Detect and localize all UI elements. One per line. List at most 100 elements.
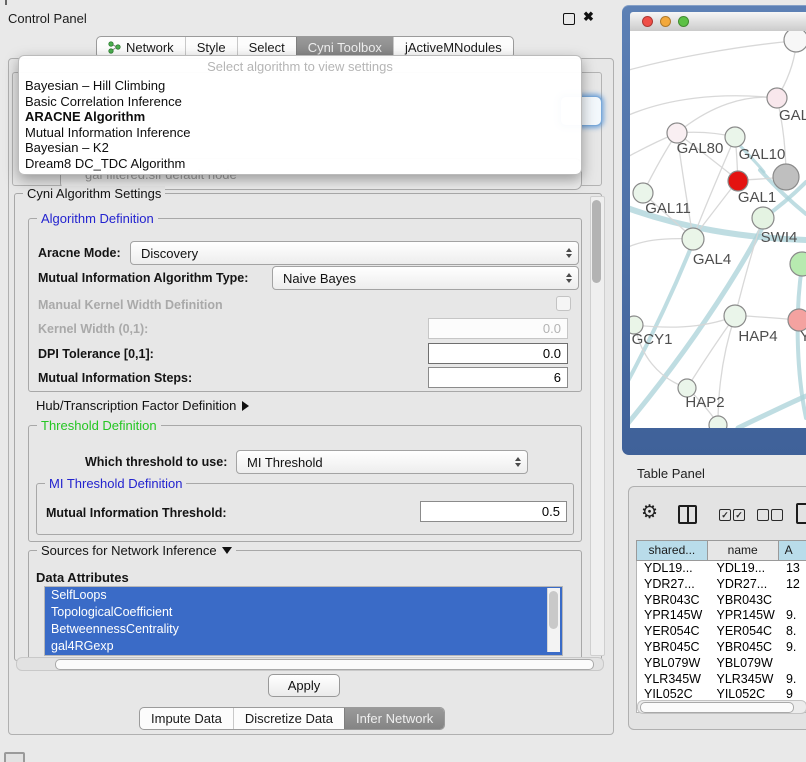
network-node[interactable] xyxy=(773,164,799,190)
network-node-label: SWI4 xyxy=(761,229,798,246)
network-node[interactable] xyxy=(767,88,787,108)
tab-infer-network[interactable]: Infer Network xyxy=(344,708,444,729)
column-header-name[interactable]: name xyxy=(707,541,778,560)
which-threshold-select[interactable]: MI Threshold xyxy=(236,450,528,474)
dropdown-item[interactable]: Dream8 DC_TDC Algorithm xyxy=(19,156,581,172)
tab-label: jActiveMNodules xyxy=(405,40,502,55)
dropdown-item[interactable]: ARACNE Algorithm xyxy=(19,109,581,125)
network-edge[interactable] xyxy=(687,316,735,388)
mi-algorithm-type-select[interactable]: Naive Bayes xyxy=(272,266,579,290)
checked-checkbox-icon[interactable]: ✓ xyxy=(733,509,745,521)
minimize-traffic-light-icon[interactable] xyxy=(660,16,671,27)
network-edge[interactable] xyxy=(738,396,806,428)
network-node[interactable] xyxy=(682,228,704,250)
dropdown-item[interactable]: Bayesian – Hill Climbing xyxy=(19,78,581,94)
table-panel-title: Table Panel xyxy=(637,466,705,481)
table-cell: YBR043C xyxy=(709,593,781,609)
attribute-list-item[interactable]: BetweennessCentrality xyxy=(45,621,562,638)
tab-impute-data[interactable]: Impute Data xyxy=(140,708,233,729)
attribute-list-item[interactable]: TopologicalCoefficient xyxy=(45,604,562,621)
table-row[interactable]: YBL079WYBL079W xyxy=(637,656,806,672)
network-node[interactable] xyxy=(784,31,806,52)
tab-discretize-data[interactable]: Discretize Data xyxy=(233,708,344,729)
column-header-cut[interactable]: A xyxy=(778,541,806,560)
float-panel-icon[interactable] xyxy=(563,13,575,25)
network-node[interactable] xyxy=(752,207,774,229)
dropdown-item[interactable]: Mutual Information Inference xyxy=(19,125,581,141)
cyni-bottom-tabs: Impute Data Discretize Data Infer Networ… xyxy=(139,707,445,730)
table-cell: YER054C xyxy=(637,624,709,640)
algorithm-dropdown-prompt: Select algorithm to view settings xyxy=(19,56,581,78)
aracne-mode-label: Aracne Mode: xyxy=(38,246,121,260)
dropdown-item[interactable]: Bayesian – K2 xyxy=(19,140,581,156)
table-cell: YDR27... xyxy=(637,577,709,593)
table-cell: YDL19... xyxy=(637,561,709,577)
network-node[interactable] xyxy=(728,171,748,191)
table-row[interactable]: YBR045CYBR045C9. xyxy=(637,640,806,656)
new-table-icon[interactable] xyxy=(796,503,806,524)
apply-button[interactable]: Apply xyxy=(268,674,340,697)
table-row[interactable]: YPR145WYPR145W9. xyxy=(637,608,806,624)
collapse-arrow-icon[interactable] xyxy=(222,547,232,554)
table-cell: YPR145W xyxy=(637,608,709,624)
network-edge[interactable] xyxy=(630,240,694,392)
aracne-mode-select[interactable]: Discovery xyxy=(130,241,579,265)
data-attributes-list[interactable]: SelfLoopsTopologicalCoefficientBetweenne… xyxy=(44,586,563,656)
dpi-tolerance-field[interactable] xyxy=(428,343,568,364)
table-cell: YDL19... xyxy=(709,561,781,577)
close-icon[interactable]: ✖ xyxy=(583,9,594,25)
unchecked-checkbox-icon[interactable] xyxy=(771,509,783,521)
mi-algorithm-type-value: Naive Bayes xyxy=(283,271,356,286)
network-edge[interactable] xyxy=(630,41,793,72)
algorithm-dropdown-list: Bayesian – Hill ClimbingBasic Correlatio… xyxy=(19,78,581,171)
settings-vertical-scrollbar-thumb[interactable] xyxy=(592,200,601,283)
table-row[interactable]: YLR345WYLR345W9. xyxy=(637,672,806,688)
kernel-width-field[interactable] xyxy=(428,318,568,339)
sources-group-title: Sources for Network Inference xyxy=(37,543,236,558)
manual-kernel-width-checkbox[interactable] xyxy=(556,296,571,311)
gear-icon[interactable]: ⚙ xyxy=(641,503,658,523)
columns-icon[interactable] xyxy=(678,505,697,524)
table-row[interactable]: YBR043CYBR043C xyxy=(637,593,806,609)
control-panel-title: Control Panel xyxy=(8,11,87,26)
network-node-label: GAL10 xyxy=(739,146,786,163)
window-edge-mark xyxy=(5,0,7,5)
hub-transcription-factor-section[interactable]: Hub/Transcription Factor Definition xyxy=(36,398,249,413)
close-traffic-light-icon[interactable] xyxy=(642,16,653,27)
which-threshold-value: MI Threshold xyxy=(247,455,323,470)
mi-threshold-group-title: MI Threshold Definition xyxy=(45,476,186,491)
attribute-list-item[interactable]: SelfLoops xyxy=(45,587,562,604)
dropdown-item[interactable]: Basic Correlation Inference xyxy=(19,94,581,110)
network-window-titlebar[interactable] xyxy=(630,12,806,32)
table-row[interactable]: YER054CYER054C8. xyxy=(637,624,806,640)
column-header-shared-name[interactable]: shared... xyxy=(637,541,707,560)
table-row[interactable]: YDR27...YDR27...12 xyxy=(637,577,806,593)
table-cell: YBR043C xyxy=(637,593,709,609)
checked-checkbox-icon[interactable]: ✓ xyxy=(719,509,731,521)
manual-kernel-width-label: Manual Kernel Width Definition xyxy=(38,298,223,312)
unchecked-checkbox-icon[interactable] xyxy=(757,509,769,521)
network-node[interactable] xyxy=(790,252,806,276)
attributes-list-scrollbar-thumb[interactable] xyxy=(549,591,558,629)
attribute-list-item[interactable]: gal4RGexp xyxy=(45,638,562,655)
zoom-traffic-light-icon[interactable] xyxy=(678,16,689,27)
mi-steps-field[interactable] xyxy=(428,367,568,388)
network-node-label: GAL11 xyxy=(645,200,691,217)
network-node[interactable] xyxy=(709,416,727,428)
network-edge[interactable] xyxy=(677,97,777,133)
mi-threshold-field[interactable] xyxy=(420,501,567,522)
table-row[interactable]: YDL19...YDL19...13 xyxy=(637,561,806,577)
mini-panel-icon[interactable] xyxy=(4,752,25,762)
network-node[interactable] xyxy=(724,305,746,327)
network-node[interactable] xyxy=(725,127,745,147)
table-horizontal-scrollbar-thumb[interactable] xyxy=(640,702,794,713)
table-cell: 8. xyxy=(782,624,806,640)
settings-horizontal-scrollbar-thumb[interactable] xyxy=(55,659,594,670)
tab-label: Select xyxy=(249,40,285,55)
expand-arrow-icon[interactable] xyxy=(242,401,249,411)
network-view[interactable]: GALGAL80GAL10GAL1GAL11SWI4GAL4GCY1HAP4YH… xyxy=(630,31,806,428)
tab-label: Cyni Toolbox xyxy=(308,40,382,55)
network-edge[interactable] xyxy=(635,316,735,327)
tab-label: Discretize Data xyxy=(245,711,333,726)
network-node-label: GAL1 xyxy=(738,189,776,206)
